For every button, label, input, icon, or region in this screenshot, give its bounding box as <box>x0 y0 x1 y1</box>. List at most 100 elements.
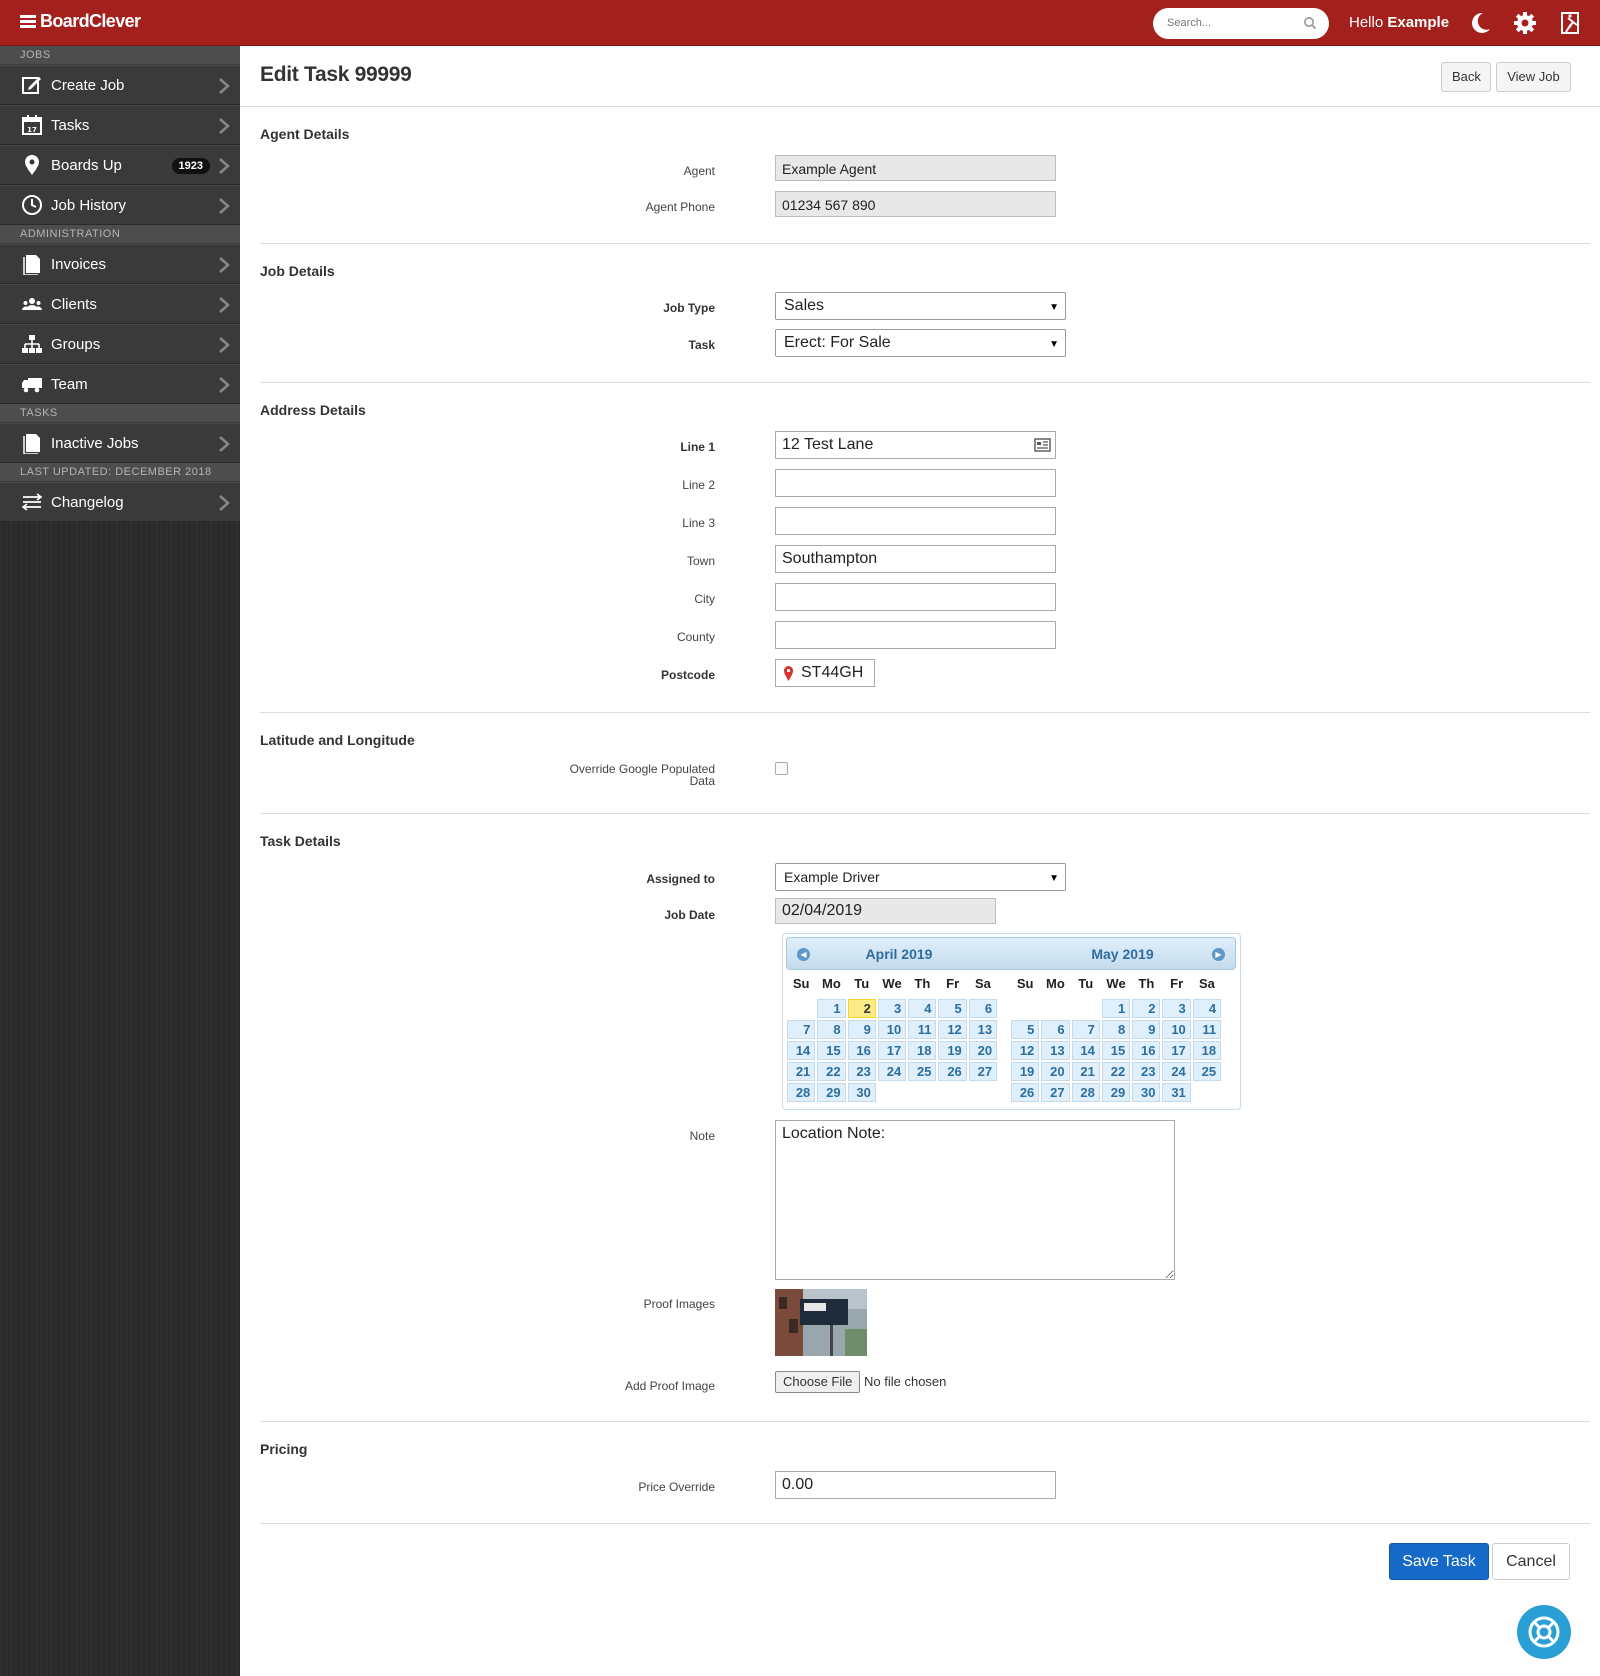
calendar-day[interactable]: 29 <box>817 1083 846 1102</box>
calendar-day[interactable]: 8 <box>817 1020 846 1039</box>
calendar-day[interactable]: 15 <box>817 1041 846 1060</box>
calendar-day[interactable]: 9 <box>847 1020 876 1039</box>
town-input[interactable]: Southampton <box>775 545 1056 573</box>
calendar-day[interactable]: 1 <box>817 999 846 1018</box>
address-card-icon[interactable] <box>1034 438 1051 452</box>
calendar-day[interactable]: 31 <box>1162 1083 1191 1102</box>
calendar-day[interactable]: 4 <box>1192 999 1222 1018</box>
calendar-day[interactable]: 14 <box>1071 1041 1100 1060</box>
calendar-day[interactable]: 22 <box>1101 1062 1131 1081</box>
calendar-day[interactable]: 3 <box>1162 999 1191 1018</box>
calendar-day[interactable]: 23 <box>1132 1062 1161 1081</box>
line1-input[interactable]: 12 Test Lane <box>775 431 1056 459</box>
assigned-to-select[interactable]: Example Driver ▼ <box>775 863 1066 891</box>
calendar-day[interactable]: 12 <box>938 1020 967 1039</box>
calendar-day[interactable]: 24 <box>1162 1062 1191 1081</box>
proof-image-thumbnail[interactable] <box>775 1289 867 1356</box>
calendar-day[interactable]: 11 <box>1192 1020 1222 1039</box>
calendar-day[interactable]: 19 <box>1011 1062 1040 1081</box>
sidebar-item-create-job[interactable]: Create Job <box>0 65 240 105</box>
note-textarea[interactable]: Location Note: <box>775 1120 1175 1280</box>
sidebar-item-clients[interactable]: Clients <box>0 284 240 324</box>
calendar-day[interactable]: 13 <box>968 1020 998 1039</box>
calendar-day[interactable]: 14 <box>787 1041 816 1060</box>
line3-input[interactable] <box>775 507 1056 535</box>
prev-month-icon[interactable]: ◀ <box>797 948 810 961</box>
calendar-day[interactable]: 28 <box>787 1083 816 1102</box>
calendar-day[interactable]: 20 <box>968 1041 998 1060</box>
calendar-day[interactable]: 20 <box>1041 1062 1070 1081</box>
calendar-day[interactable]: 27 <box>968 1062 998 1081</box>
calendar-day[interactable]: 21 <box>1071 1062 1100 1081</box>
calendar-day[interactable]: 5 <box>938 999 967 1018</box>
next-month-icon[interactable]: ▶ <box>1212 948 1225 961</box>
calendar-day[interactable]: 21 <box>787 1062 816 1081</box>
sidebar-item-job-history[interactable]: Job History <box>0 185 240 225</box>
calendar-day[interactable]: 18 <box>1192 1041 1222 1060</box>
view-job-button[interactable]: View Job <box>1496 62 1571 92</box>
calendar-day[interactable]: 7 <box>787 1020 816 1039</box>
county-input[interactable] <box>775 621 1056 649</box>
price-override-input[interactable]: 0.00 <box>775 1471 1056 1499</box>
calendar-day[interactable]: 17 <box>877 1041 907 1060</box>
calendar-day[interactable]: 23 <box>847 1062 876 1081</box>
job-type-select[interactable]: Sales ▼ <box>775 292 1066 320</box>
calendar-day[interactable]: 24 <box>877 1062 907 1081</box>
calendar-day[interactable]: 25 <box>1192 1062 1222 1081</box>
search-input[interactable] <box>1165 8 1305 37</box>
postcode-input[interactable]: ST44GH <box>775 659 875 687</box>
calendar-day[interactable]: 6 <box>1041 1020 1070 1039</box>
calendar-day[interactable]: 4 <box>908 999 937 1018</box>
search-icon[interactable] <box>1303 16 1317 30</box>
task-select[interactable]: Erect: For Sale ▼ <box>775 329 1066 357</box>
city-input[interactable] <box>775 583 1056 611</box>
calendar-day[interactable]: 10 <box>877 1020 907 1039</box>
calendar-day[interactable]: 22 <box>817 1062 846 1081</box>
line2-input[interactable] <box>775 469 1056 497</box>
sidebar-item-boards-up[interactable]: Boards Up 1923 <box>0 145 240 185</box>
sidebar-item-tasks[interactable]: 17 Tasks <box>0 105 240 145</box>
sidebar-item-inactive-jobs[interactable]: Inactive Jobs <box>0 423 240 463</box>
calendar-day[interactable]: 13 <box>1041 1041 1070 1060</box>
calendar-day[interactable]: 29 <box>1101 1083 1131 1102</box>
calendar-day[interactable]: 3 <box>877 999 907 1018</box>
cancel-button[interactable]: Cancel <box>1492 1543 1570 1580</box>
calendar-day[interactable]: 16 <box>1132 1041 1161 1060</box>
night-mode-icon[interactable] <box>1467 10 1493 36</box>
calendar-day[interactable]: 9 <box>1132 1020 1161 1039</box>
sidebar-item-team[interactable]: Team <box>0 364 240 404</box>
calendar-day[interactable]: 1 <box>1101 999 1131 1018</box>
calendar-day[interactable]: 8 <box>1101 1020 1131 1039</box>
back-button[interactable]: Back <box>1441 62 1491 92</box>
calendar-day[interactable]: 16 <box>847 1041 876 1060</box>
choose-file-button[interactable]: Choose File <box>775 1371 861 1393</box>
calendar-day[interactable]: 18 <box>908 1041 937 1060</box>
sidebar-item-groups[interactable]: Groups <box>0 324 240 364</box>
calendar-day[interactable]: 30 <box>847 1083 876 1102</box>
save-task-button[interactable]: Save Task <box>1389 1543 1489 1580</box>
calendar-day[interactable]: 17 <box>1162 1041 1191 1060</box>
calendar-day[interactable]: 11 <box>908 1020 937 1039</box>
calendar-day[interactable]: 28 <box>1071 1083 1100 1102</box>
sidebar-item-changelog[interactable]: Changelog <box>0 482 240 522</box>
override-google-checkbox[interactable] <box>775 762 788 775</box>
calendar-day[interactable]: 2 <box>1132 999 1161 1018</box>
calendar-day-selected[interactable]: 2 <box>847 999 876 1018</box>
job-date-input[interactable]: 02/04/2019 <box>775 898 996 924</box>
calendar-day[interactable]: 7 <box>1071 1020 1100 1039</box>
calendar-day[interactable]: 12 <box>1011 1041 1040 1060</box>
calendar-day[interactable]: 5 <box>1011 1020 1040 1039</box>
help-button[interactable] <box>1517 1605 1571 1659</box>
gear-icon[interactable] <box>1512 10 1538 36</box>
menu-icon[interactable] <box>20 15 36 28</box>
logout-icon[interactable] <box>1558 10 1584 36</box>
calendar-day[interactable]: 30 <box>1132 1083 1161 1102</box>
calendar-day[interactable]: 26 <box>938 1062 967 1081</box>
calendar-day[interactable]: 27 <box>1041 1083 1070 1102</box>
calendar-day[interactable]: 6 <box>968 999 998 1018</box>
brand[interactable]: BoardClever <box>20 11 141 32</box>
calendar-day[interactable]: 26 <box>1011 1083 1040 1102</box>
calendar-day[interactable]: 19 <box>938 1041 967 1060</box>
calendar-day[interactable]: 15 <box>1101 1041 1131 1060</box>
sidebar-item-invoices[interactable]: Invoices <box>0 244 240 284</box>
